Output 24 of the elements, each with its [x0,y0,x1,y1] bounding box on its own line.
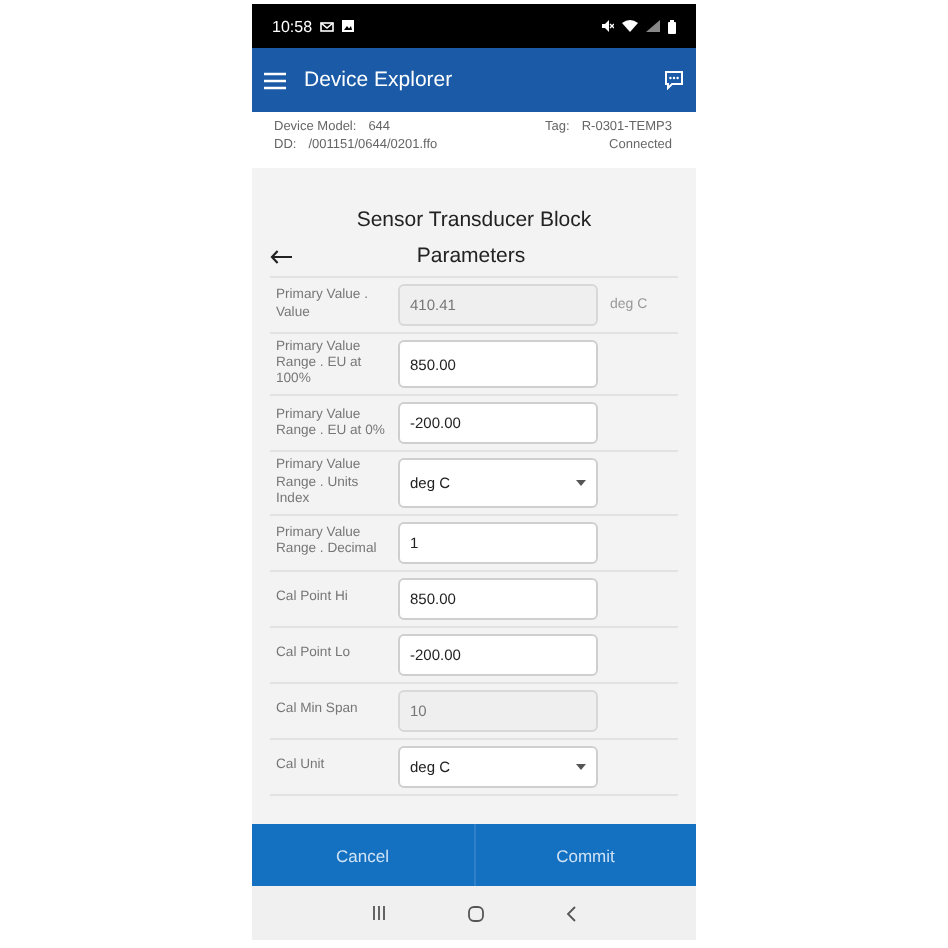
mail-icon [320,21,335,31]
recents-button[interactable] [372,906,387,920]
app-title: Device Explorer [304,68,455,92]
caret-icon [576,480,586,487]
home-icon [467,905,484,921]
status-time: 10:58 [272,17,313,35]
chat-icon [664,70,684,90]
caret-icon [576,763,586,770]
recents-icon [372,906,387,920]
wifi-icon [622,20,638,32]
back-button[interactable] [270,249,292,263]
image-icon [342,20,355,32]
menu-icon [264,71,286,89]
section-title: Parameters [414,244,528,268]
back-nav-button[interactable] [565,905,576,921]
block-title: Sensor Transducer Block [354,208,594,232]
home-button[interactable] [467,905,484,921]
battery-icon [668,19,676,33]
back-icon [565,905,576,921]
mute-icon [602,20,614,32]
signal-icon [646,20,660,32]
menu-button[interactable] [264,71,286,89]
chat-button[interactable] [664,70,684,90]
back-arrow-icon [270,249,292,263]
